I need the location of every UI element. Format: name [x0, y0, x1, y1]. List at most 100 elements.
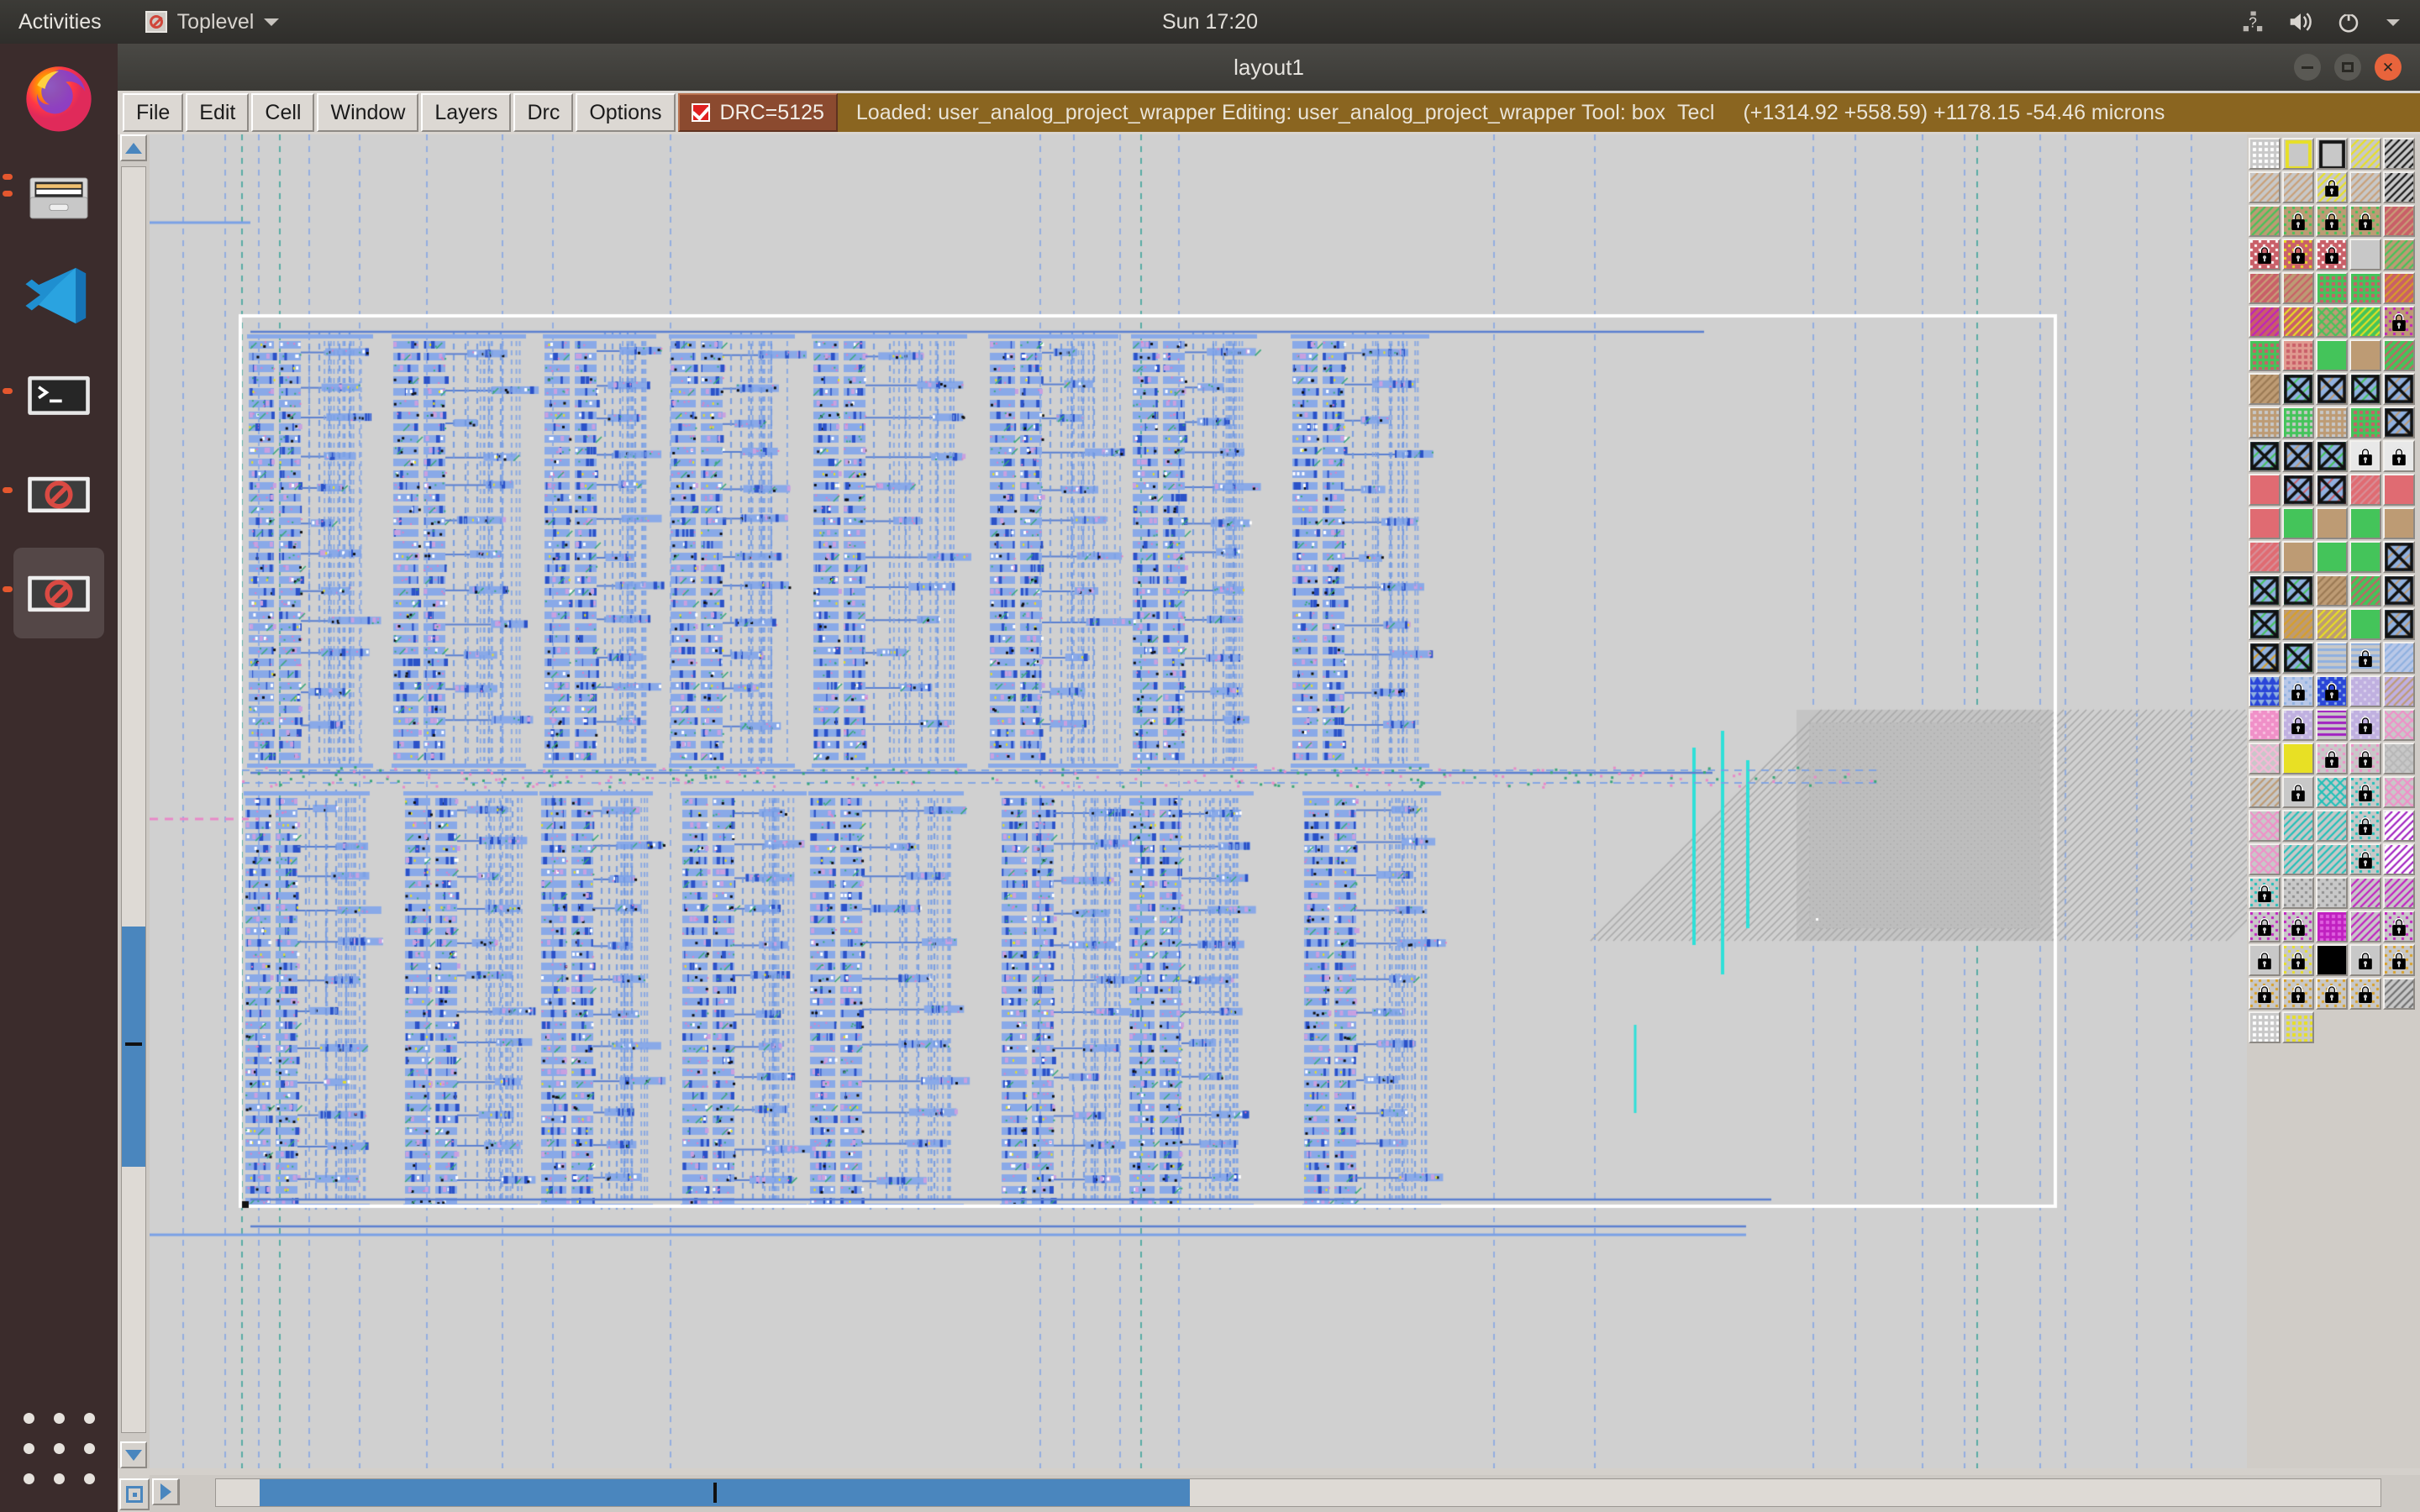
layer-swatch[interactable]	[2249, 440, 2281, 472]
dock-item-vscode[interactable]	[13, 250, 104, 341]
layer-swatch[interactable]	[2383, 743, 2415, 774]
horizontal-scroll-trough[interactable]	[215, 1478, 2381, 1507]
layer-swatch[interactable]	[2316, 608, 2348, 640]
layer-swatch[interactable]	[2282, 306, 2314, 338]
layer-swatch[interactable]	[2383, 843, 2415, 875]
layer-swatch[interactable]	[2349, 138, 2381, 170]
layer-swatch[interactable]	[2316, 205, 2348, 237]
layer-swatch[interactable]	[2249, 205, 2281, 237]
layer-swatch[interactable]	[2349, 239, 2381, 270]
layer-swatch[interactable]	[2383, 642, 2415, 674]
layer-swatch[interactable]	[2316, 675, 2348, 707]
layer-swatch[interactable]	[2349, 272, 2381, 304]
layer-swatch[interactable]	[2383, 138, 2415, 170]
layer-swatch[interactable]	[2249, 306, 2281, 338]
layer-swatch[interactable]	[2383, 474, 2415, 506]
layer-swatch[interactable]	[2249, 911, 2281, 942]
dock-item-magic-1[interactable]	[13, 449, 104, 539]
menu-layers[interactable]: Layers	[421, 93, 511, 132]
layer-swatch[interactable]	[2282, 776, 2314, 808]
layer-swatch[interactable]	[2249, 507, 2281, 539]
menu-drc[interactable]: Drc	[513, 93, 573, 132]
layer-swatch[interactable]	[2249, 138, 2281, 170]
layer-swatch[interactable]	[2316, 239, 2348, 270]
layer-swatch[interactable]	[2282, 474, 2314, 506]
maximize-button[interactable]	[2334, 54, 2361, 81]
vertical-scrollbar[interactable]	[118, 134, 150, 1468]
layer-swatch[interactable]	[2249, 1011, 2281, 1043]
layer-swatch[interactable]	[2282, 608, 2314, 640]
minimize-button[interactable]	[2294, 54, 2321, 81]
layer-swatch[interactable]	[2383, 944, 2415, 976]
layer-swatch[interactable]	[2349, 877, 2381, 909]
layer-swatch[interactable]	[2282, 944, 2314, 976]
drc-checkbox[interactable]	[692, 103, 710, 122]
layer-swatch[interactable]	[2282, 171, 2314, 203]
layer-swatch-grid[interactable]	[2249, 138, 2418, 1043]
menu-window[interactable]: Window	[317, 93, 418, 132]
network-unknown-icon[interactable]: ?	[2240, 9, 2265, 34]
layer-swatch[interactable]	[2383, 239, 2415, 270]
layer-swatch[interactable]	[2383, 306, 2415, 338]
layer-swatch[interactable]	[2349, 843, 2381, 875]
layer-swatch[interactable]	[2316, 642, 2348, 674]
close-button[interactable]: ✕	[2375, 54, 2402, 81]
layer-swatch[interactable]	[2282, 911, 2314, 942]
layer-swatch[interactable]	[2282, 440, 2314, 472]
dock-item-firefox[interactable]	[13, 52, 104, 143]
layer-swatch[interactable]	[2349, 339, 2381, 371]
layer-swatch[interactable]	[2383, 407, 2415, 438]
layer-swatch[interactable]	[2282, 642, 2314, 674]
layer-swatch[interactable]	[2316, 138, 2348, 170]
activities-button[interactable]: Activities	[18, 10, 102, 34]
power-icon[interactable]	[2336, 9, 2361, 34]
layer-swatch[interactable]	[2282, 339, 2314, 371]
layer-swatch[interactable]	[2383, 810, 2415, 842]
layer-swatch[interactable]	[2349, 541, 2381, 573]
layer-swatch[interactable]	[2383, 541, 2415, 573]
layer-swatch[interactable]	[2249, 675, 2281, 707]
horizontal-scroll-thumb[interactable]	[260, 1479, 1191, 1506]
layer-swatch[interactable]	[2316, 541, 2348, 573]
layer-swatch[interactable]	[2349, 474, 2381, 506]
layer-swatch[interactable]	[2316, 978, 2348, 1010]
layer-swatch[interactable]	[2249, 843, 2281, 875]
zoom-box-icon[interactable]	[119, 1478, 150, 1510]
layer-swatch[interactable]	[2383, 339, 2415, 371]
layer-swatch[interactable]	[2249, 272, 2281, 304]
layer-swatch[interactable]	[2316, 171, 2348, 203]
layer-swatch[interactable]	[2383, 205, 2415, 237]
layer-swatch[interactable]	[2383, 575, 2415, 606]
layer-swatch[interactable]	[2349, 709, 2381, 741]
layer-swatch[interactable]	[2316, 843, 2348, 875]
layer-swatch[interactable]	[2282, 843, 2314, 875]
layer-swatch[interactable]	[2383, 440, 2415, 472]
layer-swatch[interactable]	[2282, 373, 2314, 405]
layer-swatch[interactable]	[2249, 776, 2281, 808]
layer-swatch[interactable]	[2383, 776, 2415, 808]
layer-swatch[interactable]	[2249, 642, 2281, 674]
layer-swatch[interactable]	[2349, 440, 2381, 472]
layer-swatch[interactable]	[2316, 507, 2348, 539]
menu-file[interactable]: File	[123, 93, 183, 132]
layer-swatch[interactable]	[2249, 575, 2281, 606]
layer-swatch[interactable]	[2282, 541, 2314, 573]
layer-swatch[interactable]	[2349, 810, 2381, 842]
layer-swatch[interactable]	[2383, 507, 2415, 539]
layer-swatch[interactable]	[2383, 272, 2415, 304]
layer-swatch[interactable]	[2316, 272, 2348, 304]
layer-swatch[interactable]	[2349, 911, 2381, 942]
layer-swatch[interactable]	[2316, 339, 2348, 371]
app-menu-indicator[interactable]: Toplevel	[145, 10, 280, 34]
layer-swatch[interactable]	[2249, 171, 2281, 203]
volume-icon[interactable]	[2287, 9, 2314, 34]
layer-swatch[interactable]	[2282, 675, 2314, 707]
layer-swatch[interactable]	[2316, 407, 2348, 438]
layer-swatch[interactable]	[2349, 575, 2381, 606]
layer-swatch[interactable]	[2249, 944, 2281, 976]
layer-swatch[interactable]	[2282, 743, 2314, 774]
layer-swatch[interactable]	[2349, 608, 2381, 640]
layer-swatch[interactable]	[2249, 743, 2281, 774]
layer-swatch[interactable]	[2249, 810, 2281, 842]
layer-swatch[interactable]	[2316, 474, 2348, 506]
